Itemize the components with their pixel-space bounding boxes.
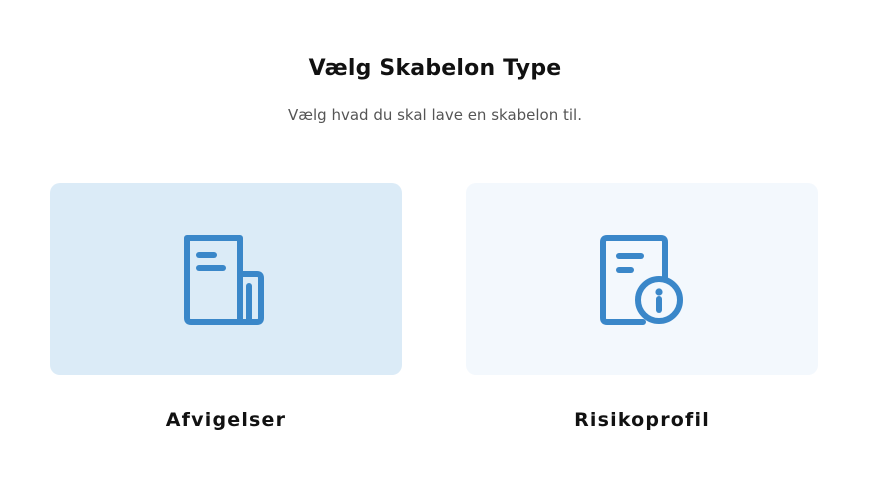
template-label-afvigelser[interactable]: Afvigelser bbox=[50, 409, 402, 431]
newspaper-icon bbox=[184, 235, 264, 325]
page-title: Vælg Skabelon Type bbox=[308, 56, 562, 81]
template-card-afvigelser[interactable] bbox=[50, 183, 402, 375]
template-label-risikoprofil[interactable]: Risikoprofil bbox=[466, 409, 818, 431]
page-subtitle: Vælg hvad du skal lave en skabelon til. bbox=[288, 106, 582, 124]
template-card-risikoprofil[interactable] bbox=[466, 183, 818, 375]
document-info-icon bbox=[600, 235, 683, 325]
